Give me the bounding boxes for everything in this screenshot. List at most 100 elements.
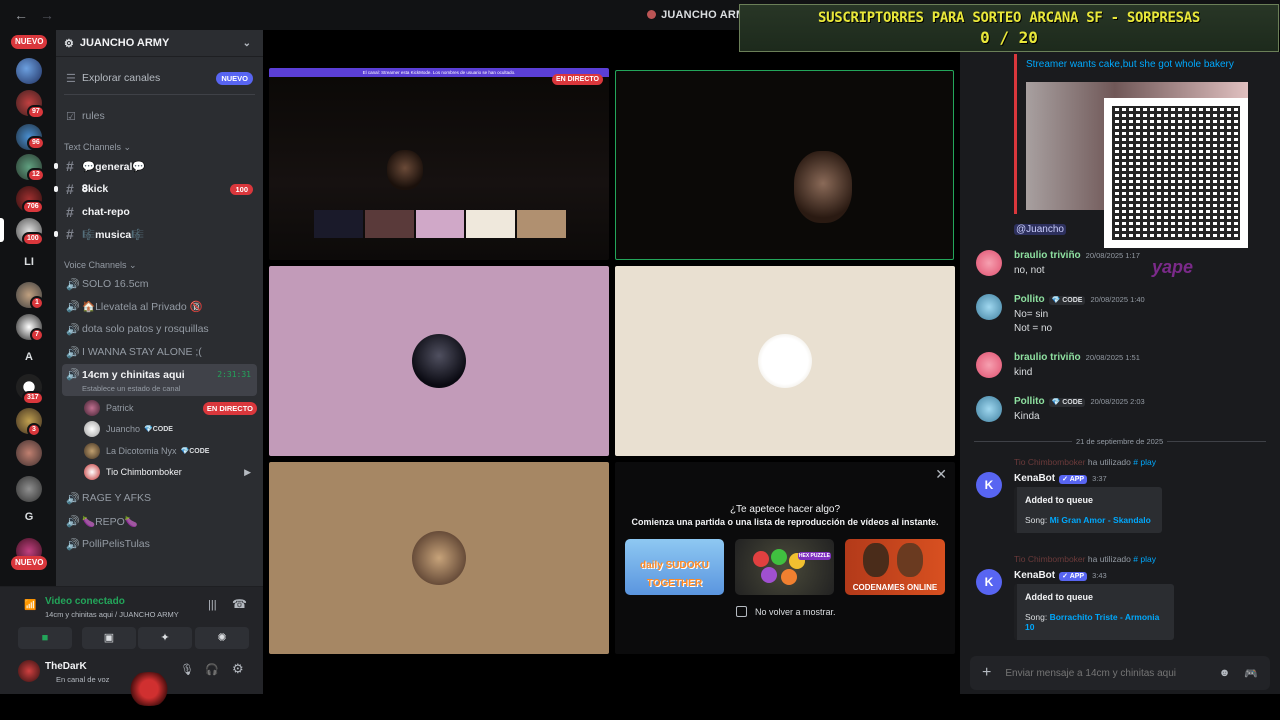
noise-suppression-icon[interactable]: ||| <box>208 599 217 611</box>
channel-general[interactable]: # 💬general💬 <box>54 156 257 176</box>
channel-label: I WANNA STAY ALONE ;( <box>82 346 202 358</box>
dont-show-checkbox[interactable] <box>736 606 747 617</box>
camera-tile[interactable] <box>615 70 954 260</box>
channel-label: PolliPelisTulas <box>82 538 150 550</box>
voice-channel[interactable]: 🔊 SOLO 16.5cm <box>62 274 257 294</box>
message-author[interactable]: Pollito 💎 CODE 20/08/2025 1:40 <box>1014 294 1145 305</box>
activity-title: ¿Te apetece hacer algo? <box>729 504 841 515</box>
headphones-icon[interactable]: 🎧 <box>205 663 219 676</box>
song-link[interactable]: Mi Gran Amor - Skandalo <box>1050 515 1151 525</box>
channel-label: 14cm y chinitas aqui <box>82 369 185 381</box>
tag-label: APP <box>1069 573 1085 580</box>
message-input[interactable] <box>1005 667 1206 679</box>
settings-gear-icon[interactable]: ⚙ <box>232 661 244 677</box>
camera-button[interactable]: ■ <box>18 627 72 649</box>
game-card-codenames[interactable]: CODENAMES ONLINE <box>845 539 945 595</box>
new-pill[interactable]: NUEVO <box>11 35 48 49</box>
browse-icon: ☰ <box>66 72 76 85</box>
game-card-sudoku[interactable]: daily SUDOKU TOGETHER <box>625 539 724 595</box>
voice-channel[interactable]: 🔊 PolliPelisTulas <box>62 534 257 554</box>
text-category[interactable]: Text Channels ⌄ <box>64 142 131 153</box>
command-link[interactable]: # play <box>1133 554 1156 564</box>
reply-user[interactable]: Tio Chimbomboker <box>1014 457 1086 467</box>
speaker-icon: 🔊 <box>66 492 80 505</box>
author-name: KenaBot <box>1014 473 1056 484</box>
participant-tile[interactable] <box>269 266 609 456</box>
voice-channel[interactable]: 🔊 🍆REPO🍆 <box>62 511 257 531</box>
reply-user[interactable]: Tio Chimbomboker <box>1014 554 1086 564</box>
timestamp: 20/08/2025 1:51 <box>1085 353 1140 362</box>
microphone-icon[interactable]: 🎙 <box>180 663 194 676</box>
participant-tile[interactable] <box>615 266 955 456</box>
close-icon[interactable]: ✕ <box>935 466 947 483</box>
emoji-icon[interactable]: ☻ <box>1219 667 1231 679</box>
bot-avatar[interactable]: K <box>976 569 1002 595</box>
voice-member[interactable]: Tio Chimbomboker ▶ <box>84 463 257 481</box>
embed-link[interactable]: Streamer wants cake,but she got whole ba… <box>1026 59 1234 70</box>
command-link[interactable]: # play <box>1133 457 1156 467</box>
server-icon[interactable] <box>16 58 42 84</box>
dont-show-label[interactable]: No volver a mostrar. <box>755 607 836 617</box>
disconnect-icon[interactable]: ☎ <box>232 597 247 611</box>
voice-channel[interactable]: 🔊 dota solo patos y rosquillas <box>62 319 257 339</box>
participant-tile[interactable] <box>269 462 609 654</box>
voice-timer: 2:31:31 <box>217 370 251 379</box>
message-author[interactable]: braulio triviño 20/08/2025 1:17 <box>1014 250 1140 261</box>
server-header[interactable]: ⚙ JUANCHO ARMY ⌄ <box>56 30 263 56</box>
server-icon[interactable]: LI <box>16 249 42 275</box>
message-author[interactable]: braulio triviño 20/08/2025 1:51 <box>1014 352 1140 363</box>
server-icon[interactable]: A <box>16 344 42 370</box>
mention[interactable]: @Juancho <box>1014 224 1066 235</box>
voice-category[interactable]: Voice Channels ⌄ <box>64 260 137 271</box>
avatar[interactable] <box>976 294 1002 320</box>
screen-share-button[interactable]: ▣ <box>82 627 136 649</box>
timestamp: 20/08/2025 1:17 <box>1085 251 1140 260</box>
mention-badge: 317 <box>22 391 44 405</box>
voice-member[interactable]: La Dicotomia Nyx 💎CODE <box>84 442 257 460</box>
server-icon[interactable] <box>16 476 42 502</box>
selected-server-pip <box>0 218 4 242</box>
tag-label: CODE <box>1062 297 1083 304</box>
server-icon[interactable]: G <box>16 504 42 530</box>
voice-channel-active[interactable]: 🔊 14cm y chinitas aqui 2:31:31 Establece… <box>62 364 257 396</box>
voice-channel[interactable]: 🔊 I WANNA STAY ALONE ;( <box>62 342 257 362</box>
queue-embed: Added to queue Song: Borrachito Triste -… <box>1014 584 1174 640</box>
server-icon[interactable] <box>16 440 42 466</box>
gamepad-icon[interactable]: 🎮 <box>1244 667 1258 680</box>
message-author[interactable]: KenaBot ✓ APP 3:37 <box>1014 473 1107 484</box>
song-label: Song: <box>1025 515 1048 525</box>
channel-status[interactable]: Establece un estado de canal <box>82 384 180 393</box>
new-pill[interactable]: NUEVO <box>11 556 48 570</box>
message-author[interactable]: Pollito 💎 CODE 20/08/2025 2:03 <box>1014 396 1145 407</box>
unread-dot <box>54 231 58 237</box>
game-card-hex[interactable]: HEX PUZZLE <box>735 539 834 595</box>
voice-channel[interactable]: 🔊 RAGE Y AFKS <box>62 488 257 508</box>
activity-subtitle: Comienza una partida o una lista de repr… <box>631 517 939 527</box>
stream-tile[interactable]: El canal: Streamer esta KickMode. Los no… <box>269 68 609 260</box>
hex-tile <box>781 569 797 585</box>
channel-chat-repo[interactable]: # chat-repo <box>62 202 257 222</box>
plus-icon[interactable]: + <box>982 664 991 682</box>
message-text: kind <box>1014 367 1033 378</box>
avatar[interactable] <box>976 352 1002 378</box>
voice-member[interactable]: Juancho 💎CODE <box>84 420 257 438</box>
user-avatar[interactable] <box>18 660 40 682</box>
channel-rules[interactable]: ☑ rules <box>62 106 257 126</box>
channel-kick[interactable]: #𝟖kick 100 <box>54 179 257 199</box>
author-name: KenaBot <box>1014 570 1056 581</box>
soundboard-button[interactable]: ✺ <box>195 627 249 649</box>
voice-member[interactable]: Patrick EN DIRECTO <box>84 399 257 417</box>
explore-channels[interactable]: ☰ Explorar canales NUEVO <box>62 68 257 88</box>
server-name: JUANCHO ARMY <box>79 37 170 49</box>
channel-musica[interactable]: # 🎼musica🎼 <box>54 224 257 244</box>
message-composer[interactable]: + ☻ 🎮 <box>970 656 1270 690</box>
avatar[interactable] <box>976 250 1002 276</box>
message-author[interactable]: KenaBot ✓ APP 3:43 <box>1014 570 1107 581</box>
discord-window: ← → JUANCHO ARMY SUSCRIPTORRES PARA SORT… <box>0 0 1280 720</box>
category-label: Text Channels <box>64 142 122 152</box>
avatar[interactable] <box>976 396 1002 422</box>
bot-avatar[interactable]: K <box>976 472 1002 498</box>
voice-channel[interactable]: 🔊 🏠Llevatela al Privado 🔞 <box>62 296 257 316</box>
voice-location[interactable]: 14cm y chinitas aqui / JUANCHO ARMY <box>45 610 179 619</box>
activity-button[interactable]: ✦ <box>138 627 192 649</box>
